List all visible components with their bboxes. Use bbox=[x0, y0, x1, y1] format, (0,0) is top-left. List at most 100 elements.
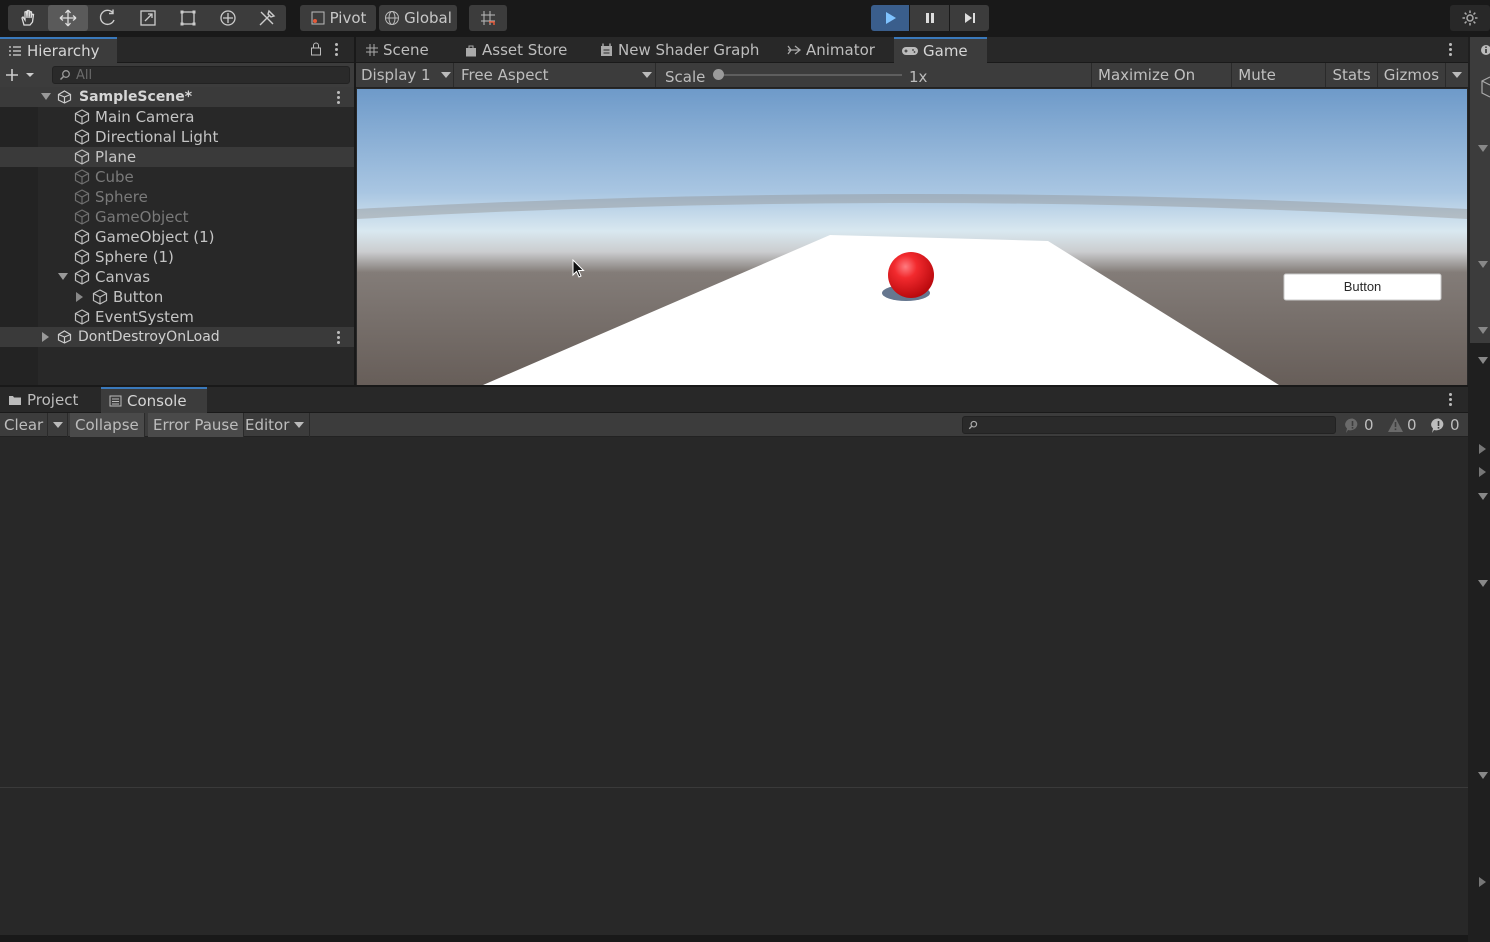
hierarchy-item[interactable]: Sphere bbox=[0, 187, 354, 207]
step-button[interactable] bbox=[950, 5, 989, 31]
scene-menu-icon[interactable] bbox=[337, 91, 341, 106]
mute-audio-toggle[interactable]: Mute Audio bbox=[1231, 63, 1325, 108]
gear-icon bbox=[1462, 10, 1478, 26]
hierarchy-item[interactable]: GameObject (1) bbox=[0, 227, 354, 247]
scale-tool-icon[interactable] bbox=[128, 5, 168, 31]
ddol-header-row[interactable]: DontDestroyOnLoad bbox=[0, 327, 355, 347]
hierarchy-item[interactable]: Main Camera bbox=[0, 107, 354, 127]
custom-tool-icon[interactable] bbox=[248, 5, 286, 31]
hierarchy-item[interactable]: Button bbox=[0, 287, 354, 307]
tab-animator[interactable]: Animator bbox=[779, 37, 883, 63]
hierarchy-item[interactable]: Plane bbox=[0, 147, 354, 167]
stats-toggle[interactable]: Stats bbox=[1325, 63, 1376, 87]
info-filter-toggle[interactable]: 0 bbox=[1340, 413, 1378, 437]
create-button[interactable] bbox=[5, 66, 39, 84]
hierarchy-item-label: Plane bbox=[95, 148, 137, 166]
collapsed-arrow-icon[interactable] bbox=[1479, 877, 1487, 887]
tab-project[interactable]: Project bbox=[0, 387, 86, 413]
global-button[interactable]: Global bbox=[379, 5, 457, 31]
warning-filter-toggle[interactable]: 0 bbox=[1383, 413, 1421, 437]
gizmos-toggle[interactable]: Gizmos bbox=[1376, 63, 1445, 87]
collapse-label: Collapse bbox=[75, 416, 139, 434]
grid-snap-icon bbox=[481, 11, 495, 25]
collapsed-arrow-icon[interactable] bbox=[42, 332, 50, 342]
foldout-arrow-icon[interactable] bbox=[1478, 772, 1488, 780]
hand-tool-icon[interactable] bbox=[8, 5, 48, 31]
inspector-body bbox=[1470, 63, 1490, 343]
tab-animator-label: Animator bbox=[806, 41, 875, 59]
hierarchy-item[interactable]: Canvas bbox=[0, 267, 354, 287]
console-detail-area bbox=[0, 788, 1468, 935]
expand-arrow-icon[interactable] bbox=[41, 93, 51, 101]
clear-button[interactable]: Clear bbox=[0, 413, 49, 437]
tab-hierarchy[interactable]: Hierarchy bbox=[0, 37, 117, 63]
game-toolbar: Display 1 Free Aspect Scale 1x Maximize … bbox=[356, 63, 1468, 108]
tab-asset-store[interactable]: Asset Store bbox=[457, 37, 575, 63]
scale-slider[interactable] bbox=[713, 69, 902, 80]
hierarchy-item[interactable]: Directional Light bbox=[0, 127, 354, 147]
hierarchy-search-input[interactable]: All bbox=[52, 66, 350, 84]
gizmos-dropdown[interactable] bbox=[1445, 63, 1468, 87]
hierarchy-item[interactable]: GameObject bbox=[0, 207, 354, 227]
rotate-tool-icon[interactable] bbox=[88, 5, 128, 31]
settings-button[interactable] bbox=[1450, 5, 1490, 31]
expand-arrow-icon[interactable] bbox=[58, 273, 68, 281]
center-menu-icon[interactable] bbox=[1449, 43, 1453, 58]
collapsed-arrow-icon[interactable] bbox=[1479, 467, 1487, 477]
scene-name: SampleScene* bbox=[79, 89, 193, 105]
clear-options-dropdown[interactable] bbox=[48, 413, 68, 437]
pause-button[interactable] bbox=[910, 5, 949, 31]
tab-shader-graph[interactable]: New Shader Graph bbox=[592, 37, 767, 63]
play-button[interactable] bbox=[871, 5, 909, 31]
lock-icon[interactable] bbox=[310, 42, 322, 56]
aspect-dropdown[interactable]: Free Aspect bbox=[456, 63, 656, 87]
ddol-menu-icon[interactable] bbox=[337, 331, 341, 346]
hierarchy-menu-icon[interactable] bbox=[335, 43, 339, 58]
maximize-on-play-toggle[interactable]: Maximize On Play bbox=[1091, 63, 1231, 108]
console-log-area[interactable] bbox=[0, 437, 1468, 787]
hierarchy-item[interactable]: Sphere (1) bbox=[0, 247, 354, 267]
tab-game[interactable]: Game bbox=[894, 37, 987, 63]
console-search-input[interactable] bbox=[962, 416, 1336, 434]
unity-scene-icon bbox=[57, 330, 72, 344]
foldout-arrow-icon[interactable] bbox=[1478, 261, 1488, 269]
collapse-toggle[interactable]: Collapse bbox=[70, 413, 145, 437]
foldout-arrow-icon[interactable] bbox=[1478, 493, 1488, 501]
foldout-arrow-icon[interactable] bbox=[1478, 580, 1488, 588]
scene-header-row[interactable]: SampleScene* bbox=[0, 87, 355, 107]
scale-slider-thumb[interactable] bbox=[713, 69, 724, 80]
chevron-down-icon bbox=[441, 72, 451, 78]
error-filter-toggle[interactable]: 0 bbox=[1426, 413, 1464, 437]
tab-scene[interactable]: Scene bbox=[358, 37, 437, 63]
editor-dropdown[interactable]: Editor bbox=[240, 413, 311, 437]
pivot-button[interactable]: Pivot bbox=[300, 5, 376, 31]
console-menu-icon[interactable] bbox=[1449, 393, 1453, 408]
hierarchy-item-label: Sphere bbox=[95, 188, 148, 206]
gameobject-icon bbox=[74, 169, 90, 185]
plus-dropdown-icon bbox=[6, 69, 34, 81]
play-icon bbox=[886, 12, 896, 24]
collapsed-arrow-icon[interactable] bbox=[1479, 444, 1487, 454]
grid-snap-button[interactable] bbox=[469, 5, 507, 31]
pause-icon bbox=[925, 13, 934, 23]
hierarchy-item-label: Main Camera bbox=[95, 108, 195, 126]
display-label: Display 1 bbox=[361, 66, 431, 84]
tab-console[interactable]: Console bbox=[101, 387, 207, 413]
search-icon bbox=[968, 420, 978, 430]
move-tool-icon[interactable] bbox=[48, 5, 88, 31]
rect-tool-icon[interactable] bbox=[168, 5, 208, 31]
inspector-tab[interactable] bbox=[1470, 37, 1490, 63]
display-dropdown[interactable]: Display 1 bbox=[356, 63, 454, 87]
game-viewport[interactable] bbox=[357, 89, 1467, 385]
editor-label: Editor bbox=[245, 416, 290, 434]
hierarchy-item[interactable]: Cube bbox=[0, 167, 354, 187]
collapsed-arrow-icon[interactable] bbox=[76, 292, 84, 302]
transform-tool-icon[interactable] bbox=[208, 5, 248, 31]
foldout-arrow-icon[interactable] bbox=[1478, 145, 1488, 153]
bag-icon bbox=[466, 45, 476, 56]
foldout-arrow-icon[interactable] bbox=[1478, 327, 1488, 335]
hierarchy-item-label: Cube bbox=[95, 168, 134, 186]
hierarchy-item[interactable]: EventSystem bbox=[0, 307, 354, 327]
foldout-arrow-icon[interactable] bbox=[1478, 357, 1488, 365]
error-pause-toggle[interactable]: Error Pause bbox=[148, 413, 245, 437]
